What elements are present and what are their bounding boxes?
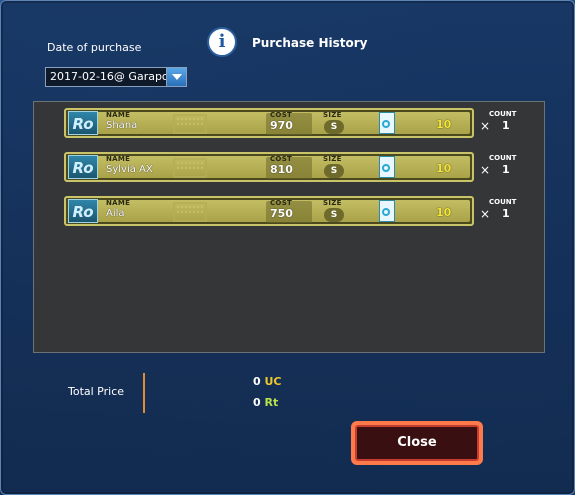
cost-column-label: COST (270, 199, 293, 207)
preview-document-icon[interactable] (379, 200, 395, 222)
times-sign: × (480, 207, 491, 221)
size-column-label: SIZE (323, 199, 342, 207)
purchase-history-dialog: Date of purchase 2017-02-16@ Garapon i P… (0, 0, 575, 495)
preview-document-icon[interactable] (379, 112, 395, 134)
date-select-dropdown[interactable]: 2017-02-16@ Garapon (45, 67, 187, 87)
total-rt: 0 Rt (253, 396, 278, 409)
total-uc-unit: UC (264, 375, 282, 388)
preview-document-icon[interactable] (379, 156, 395, 178)
item-count: 1 (502, 207, 510, 220)
total-price-label: Total Price (68, 385, 125, 398)
ro-badge-icon: Ro (68, 155, 98, 179)
name-column-label: NAME (106, 111, 131, 119)
item-quantity: 10 (436, 206, 452, 219)
size-column-label: SIZE (323, 155, 342, 163)
purchase-row: Ro NAME Aila COST 750 SIZE S 10 (64, 196, 474, 226)
date-of-purchase-label: Date of purchase (47, 41, 142, 54)
item-quantity: 10 (436, 162, 452, 175)
chevron-down-icon[interactable] (166, 68, 186, 86)
purchase-row: Ro NAME Sylvia AX COST 810 SIZE S 10 (64, 152, 474, 182)
count-column-label: COUNT (489, 154, 517, 162)
count-column-label: COUNT (489, 198, 517, 206)
item-size: S (324, 120, 344, 134)
total-rt-value: 0 (253, 396, 261, 409)
total-rt-unit: Rt (264, 396, 279, 409)
dialog-title: Purchase History (252, 36, 368, 50)
total-divider (143, 373, 145, 413)
date-select-value: 2017-02-16@ Garapon (50, 70, 176, 83)
close-button-label: Close (355, 425, 479, 461)
size-column-label: SIZE (323, 111, 342, 119)
cost-column-label: COST (270, 155, 293, 163)
total-uc-value: 0 (253, 375, 261, 388)
purchase-list[interactable]: Ro NAME Shana COST 970 SIZE S 10 × COUNT… (33, 101, 545, 353)
item-count: 1 (502, 119, 510, 132)
name-column-label: NAME (106, 155, 131, 163)
item-cost: 970 (270, 119, 293, 132)
cost-column-label: COST (270, 111, 293, 119)
close-button[interactable]: Close (351, 421, 483, 465)
ro-badge-icon: Ro (68, 111, 98, 135)
item-name: Sylvia AX (106, 164, 153, 175)
times-sign: × (480, 163, 491, 177)
total-uc: 0 UC (253, 375, 282, 388)
film-strip-icon (173, 158, 207, 178)
item-count: 1 (502, 163, 510, 176)
item-size: S (324, 164, 344, 178)
item-cost: 750 (270, 207, 293, 220)
item-name: Shana (106, 120, 138, 131)
item-name: Aila (106, 208, 125, 219)
film-strip-icon (173, 202, 207, 222)
info-icon: i (207, 27, 237, 57)
purchase-row: Ro NAME Shana COST 970 SIZE S 10 (64, 108, 474, 138)
item-quantity: 10 (436, 118, 452, 131)
name-column-label: NAME (106, 199, 131, 207)
film-strip-icon (173, 114, 207, 134)
item-cost: 810 (270, 163, 293, 176)
times-sign: × (480, 119, 491, 133)
count-column-label: COUNT (489, 110, 517, 118)
ro-badge-icon: Ro (68, 199, 98, 223)
item-size: S (324, 208, 344, 222)
